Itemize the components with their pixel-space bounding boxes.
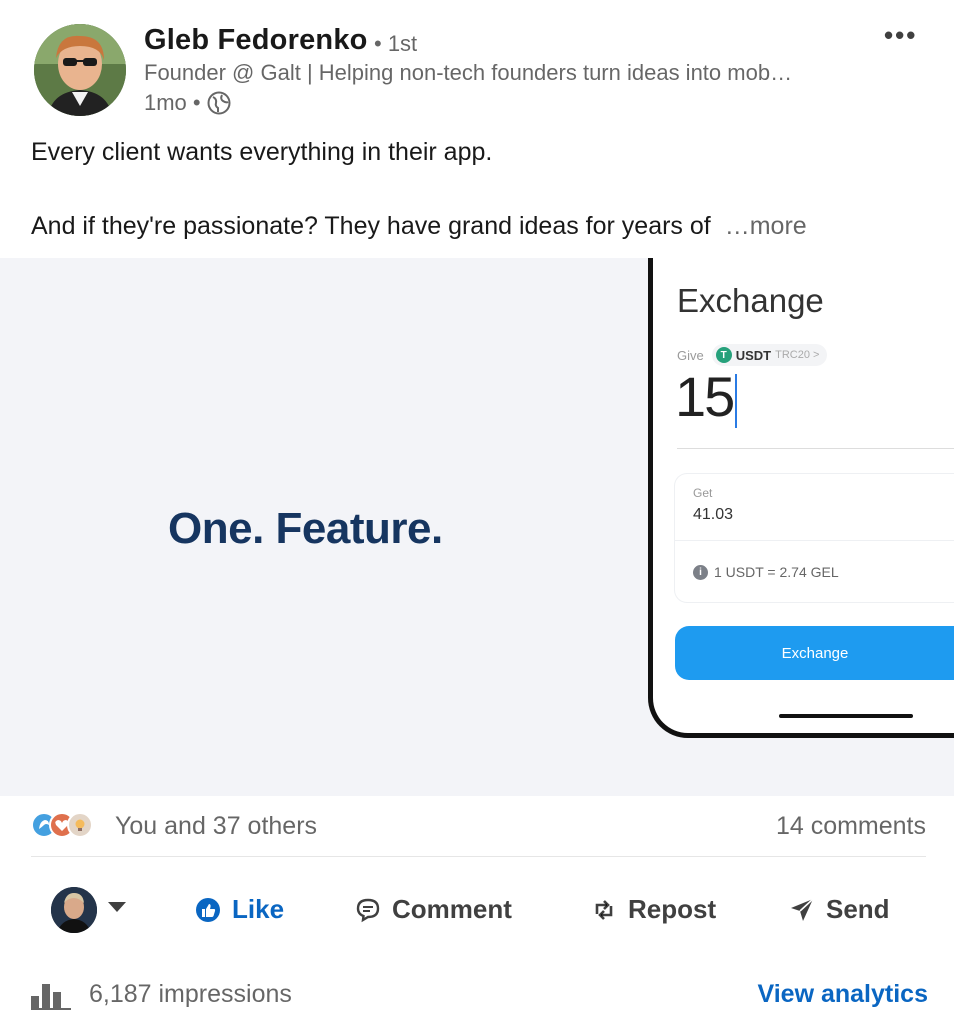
post-header: Gleb Fedorenko • 1st Founder @ Galt | He… (0, 0, 954, 130)
repost-label: Repost (628, 894, 717, 924)
info-icon: i (693, 564, 708, 580)
post-text-line: Every client wants everything in their a… (31, 138, 493, 166)
app-exchange-button: Exchange (675, 626, 954, 680)
chevron-down-icon[interactable] (108, 902, 126, 912)
author-avatar[interactable] (34, 24, 126, 116)
rate-text: 1 USDT = 2.74 GEL (714, 564, 839, 580)
reaction-icons[interactable] (31, 812, 93, 838)
post-image[interactable]: One. Feature. Exchange Give T USDT TRC20… (0, 258, 954, 796)
get-value: 41.03 (693, 506, 734, 523)
analytics-bar: 6,187 impressions View analytics (0, 966, 954, 1016)
view-analytics-link[interactable]: View analytics (758, 980, 928, 1009)
post-text-line-2: And if they're passionate? They have gra… (31, 211, 807, 241)
reactors-count[interactable]: You and 37 others (115, 812, 317, 841)
text-caret (735, 374, 738, 429)
amount-value: 15 (675, 365, 735, 428)
get-card: Get 41.03 i 1 USDT = 2.74 GEL (675, 474, 954, 602)
action-bar: Like Comment Repost Send (0, 880, 954, 942)
post-meta: 1mo • (144, 90, 231, 116)
comments-count[interactable]: 14 comments (776, 812, 926, 841)
comment-label: Comment (392, 894, 512, 924)
see-more-link[interactable]: …more (725, 212, 807, 240)
app-screen-title: Exchange (677, 282, 824, 319)
like-button[interactable]: Like (194, 894, 284, 925)
divider (677, 448, 954, 449)
image-slogan: One. Feature. (168, 504, 443, 553)
bar-chart-icon (31, 984, 71, 1010)
repost-icon (595, 899, 613, 920)
repost-button[interactable]: Repost (590, 894, 716, 925)
social-counts: You and 37 others 14 comments (31, 810, 926, 844)
network-label: TRC20 > (775, 349, 820, 361)
amount-display: 15 (675, 364, 738, 429)
send-button[interactable]: Send (788, 894, 890, 925)
home-indicator (779, 714, 913, 718)
like-label: Like (232, 894, 285, 924)
divider (31, 856, 926, 857)
more-options-icon[interactable]: ••• (884, 20, 924, 50)
globe-icon (207, 91, 231, 115)
author-headline: Founder @ Galt | Helping non-tech founde… (144, 60, 793, 85)
currency-pill: T USDT TRC20 > (711, 344, 828, 366)
author-name[interactable]: Gleb Fedorenko (144, 24, 368, 57)
post-text-line: And if they're passionate? They have gra… (31, 212, 711, 240)
give-label: Give (677, 347, 704, 363)
exchange-rate: i 1 USDT = 2.74 GEL (693, 564, 839, 580)
divider (675, 540, 954, 541)
send-icon (791, 897, 814, 921)
actor-avatar[interactable] (51, 887, 97, 933)
connection-degree: • 1st (374, 31, 418, 56)
send-label: Send (826, 894, 890, 924)
give-row: Give T USDT TRC20 > (677, 344, 828, 366)
like-icon (196, 897, 220, 922)
tether-icon: T (715, 347, 732, 363)
post-time: 1mo • (144, 90, 201, 115)
insightful-icon (67, 812, 93, 838)
comment-icon (356, 898, 380, 922)
impressions-count: 6,187 impressions (89, 980, 292, 1008)
phone-mockup: Exchange Give T USDT TRC20 > 15 Get 41.0… (648, 258, 954, 738)
get-label: Get (693, 486, 713, 500)
comment-button[interactable]: Comment (354, 894, 512, 925)
currency-label: USDT (735, 347, 772, 363)
